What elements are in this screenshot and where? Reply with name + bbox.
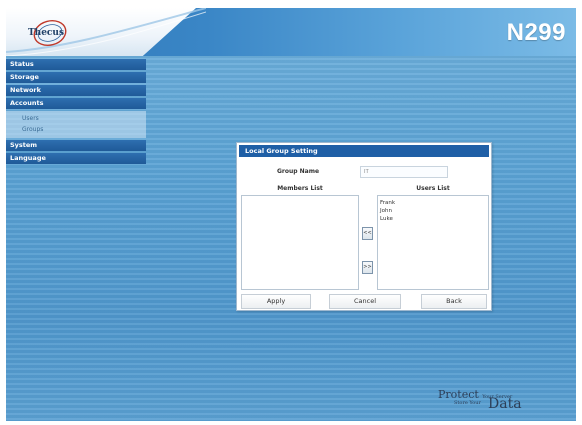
sidebar-item-system[interactable]: System	[6, 140, 146, 151]
product-name: N299	[506, 19, 566, 46]
local-group-dialog: Local Group Setting Group Name IT Member…	[236, 142, 492, 311]
users-list-header: Users List	[416, 185, 450, 192]
tagline-store-your: Store Your	[454, 400, 481, 406]
sidebar-item-accounts[interactable]: Accounts	[6, 98, 146, 109]
cancel-button[interactable]: Cancel	[329, 294, 401, 309]
sidebar-item-storage[interactable]: Storage	[6, 72, 146, 83]
sidebar-item-status[interactable]: Status	[6, 59, 146, 70]
group-name-row: Group Name IT	[243, 165, 487, 179]
group-name-label: Group Name	[276, 168, 320, 175]
members-list-header: Members List	[277, 185, 323, 192]
list-item[interactable]: Luke	[380, 215, 486, 223]
remove-member-button[interactable]: >>	[362, 261, 373, 274]
sidebar-subitem-groups[interactable]: Groups	[6, 124, 146, 135]
list-item[interactable]: Frank	[380, 199, 486, 207]
sidebar-item-language[interactable]: Language	[6, 153, 146, 164]
add-member-button[interactable]: <<	[362, 227, 373, 240]
dialog-button-row: Apply Cancel Back	[237, 294, 493, 310]
tagline: Protect Your Server Store Your Data	[438, 388, 568, 418]
accounts-submenu: Users Groups	[6, 111, 146, 138]
apply-button[interactable]: Apply	[241, 294, 311, 309]
list-item[interactable]: John	[380, 207, 486, 215]
brand-logo-text: Thecus	[27, 28, 65, 38]
brand-logo[interactable]: Thecus	[16, 18, 76, 48]
sidebar-item-network[interactable]: Network	[6, 85, 146, 96]
back-button[interactable]: Back	[421, 294, 487, 309]
users-listbox[interactable]: Frank John Luke	[377, 195, 489, 290]
group-name-field[interactable]: IT	[360, 166, 448, 178]
header-bar: Thecus N299	[6, 8, 576, 56]
dialog-title: Local Group Setting	[239, 145, 489, 157]
members-listbox[interactable]	[241, 195, 359, 290]
tagline-data: Data	[488, 396, 522, 412]
sidebar-subitem-users[interactable]: Users	[6, 113, 146, 124]
app-frame: Thecus N299 Status Storage Network Accou…	[6, 8, 576, 421]
sidebar-nav: Status Storage Network Accounts Users Gr…	[6, 59, 146, 166]
